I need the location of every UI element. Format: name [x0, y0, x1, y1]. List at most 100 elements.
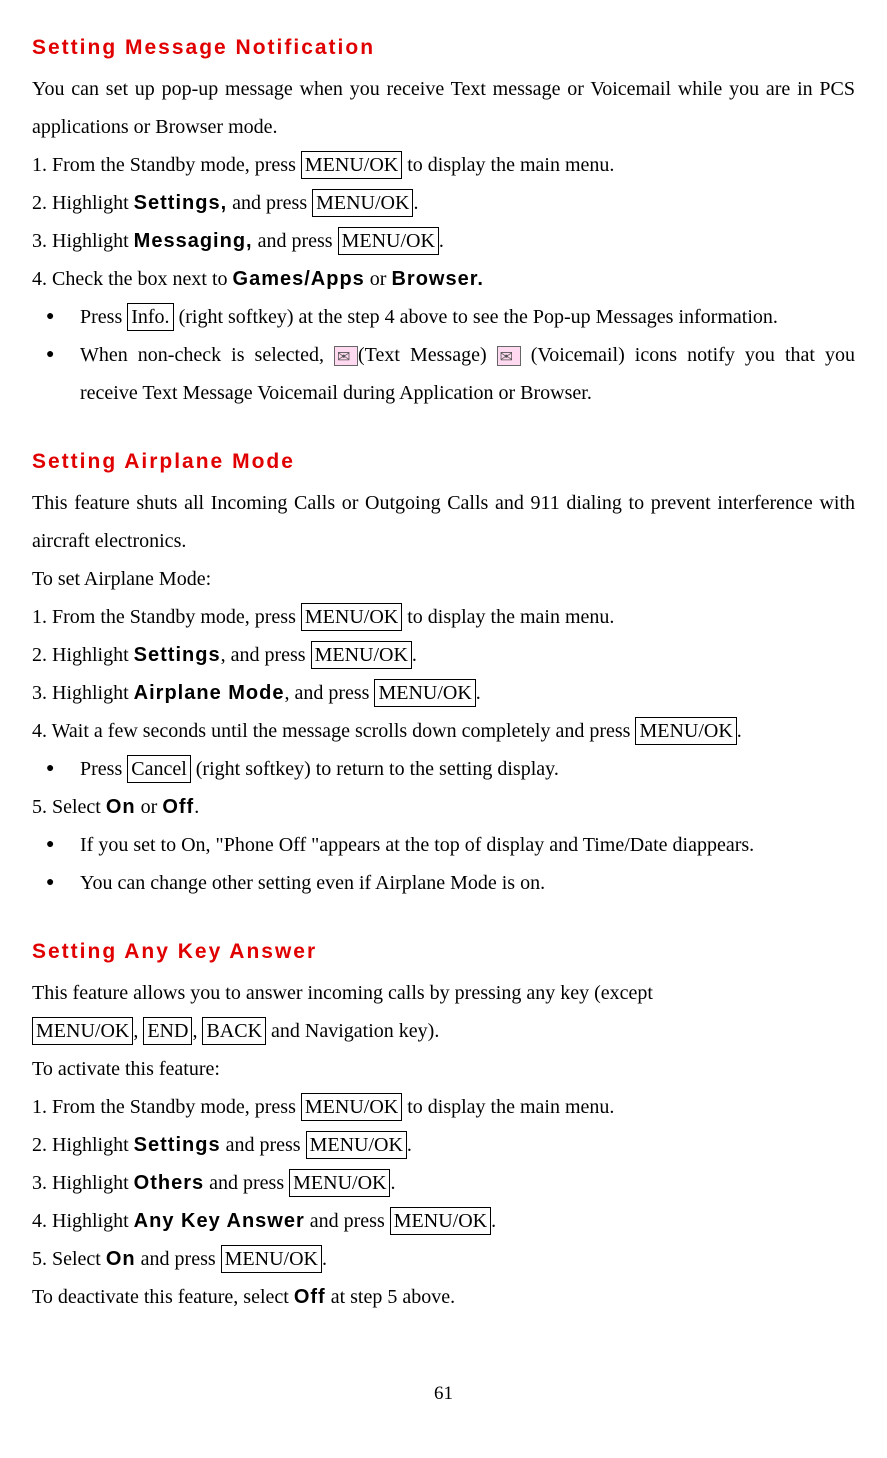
text: 3. Highlight — [32, 1172, 134, 1194]
to-activate: To activate this feature: — [32, 1050, 855, 1088]
text: To deactivate this feature, select — [32, 1286, 294, 1308]
bold-settings: Settings, — [134, 192, 227, 214]
text-message-icon — [334, 346, 358, 366]
bold-off: Off — [294, 1286, 326, 1308]
period: . — [491, 1210, 496, 1232]
menuok-key: MENU/OK — [374, 679, 475, 707]
text: and press — [136, 1248, 221, 1270]
text: 4. Wait a few seconds until the message … — [32, 720, 635, 742]
step-5: 5. Select On or Off. — [32, 788, 855, 826]
step-1: 1. From the Standby mode, press MENU/OK … — [32, 1088, 855, 1126]
text: 2. Highlight — [32, 1134, 134, 1156]
menuok-key: MENU/OK — [289, 1169, 390, 1197]
text: and press — [227, 192, 312, 214]
text: 5. Select — [32, 1248, 106, 1270]
text: and press — [305, 1210, 390, 1232]
bullet-change-setting: You can change other setting even if Air… — [32, 864, 855, 902]
text: 1. From the Standby mode, press — [32, 606, 301, 628]
cancel-key: Cancel — [127, 755, 191, 783]
intro-text: You can set up pop-up message when you r… — [32, 70, 855, 146]
bold-off: Off — [162, 796, 194, 818]
menuok-key: MENU/OK — [338, 227, 439, 255]
bold-on: On — [106, 796, 136, 818]
text: to display the main menu. — [402, 1096, 614, 1118]
step-3: 3. Highlight Messaging, and press MENU/O… — [32, 222, 855, 260]
comma: , — [192, 1020, 202, 1042]
intro-line2: MENU/OK, END, BACK and Navigation key). — [32, 1012, 855, 1050]
to-set: To set Airplane Mode: — [32, 560, 855, 598]
heading-any-key-answer: Setting Any Key Answer — [32, 932, 855, 972]
bold-settings: Settings — [134, 1134, 221, 1156]
text: to display the main menu. — [402, 606, 614, 628]
step-2: 2. Highlight Settings, and press MENU/OK… — [32, 184, 855, 222]
bold-others: Others — [134, 1172, 204, 1194]
page-number: 61 — [32, 1376, 855, 1412]
deactivate: To deactivate this feature, select Off a… — [32, 1278, 855, 1316]
text: 2. Highlight — [32, 644, 134, 666]
text: , and press — [221, 644, 311, 666]
bold-settings: Settings — [134, 644, 221, 666]
text: at step 5 above. — [326, 1286, 455, 1308]
intro-line1: This feature allows you to answer incomi… — [32, 974, 855, 1012]
back-key: BACK — [202, 1017, 266, 1045]
menuok-key: MENU/OK — [390, 1207, 491, 1235]
text: and press — [253, 230, 338, 252]
period: . — [407, 1134, 412, 1156]
end-key: END — [143, 1017, 192, 1045]
menuok-key: MENU/OK — [221, 1245, 322, 1273]
heading-message-notification: Setting Message Notification — [32, 28, 855, 68]
bullet-cancel: Press Cancel (right softkey) to return t… — [32, 750, 855, 788]
voicemail-icon — [497, 346, 521, 366]
bold-browser: Browser. — [391, 268, 483, 290]
text: (right softkey) at the step 4 above to s… — [174, 306, 778, 328]
period: . — [413, 192, 418, 214]
period: . — [322, 1248, 327, 1270]
period: . — [439, 230, 444, 252]
period: . — [412, 644, 417, 666]
text: 5. Select — [32, 796, 106, 818]
text: and press — [204, 1172, 289, 1194]
text: 4. Check the box next to — [32, 268, 233, 290]
text: or — [136, 796, 163, 818]
step-3: 3. Highlight Others and press MENU/OK. — [32, 1164, 855, 1202]
text: 4. Highlight — [32, 1210, 134, 1232]
bold-on: On — [106, 1248, 136, 1270]
bullet-info: Press Info. (right softkey) at the step … — [32, 298, 855, 336]
bold-games: Games/Apps — [233, 268, 365, 290]
step-1: 1. From the Standby mode, press MENU/OK … — [32, 146, 855, 184]
text: or — [365, 268, 392, 290]
period: . — [194, 796, 199, 818]
text: Press — [80, 306, 127, 328]
text: When non-check is selected, — [80, 344, 334, 366]
menuok-key: MENU/OK — [306, 1131, 407, 1159]
intro-text: This feature shuts all Incoming Calls or… — [32, 484, 855, 560]
bold-airplane-mode: Airplane Mode — [134, 682, 285, 704]
comma: , — [133, 1020, 143, 1042]
bullet-icons: When non-check is selected, (Text Messag… — [32, 336, 855, 412]
menuok-key: MENU/OK — [312, 189, 413, 217]
text: 1. From the Standby mode, press — [32, 1096, 301, 1118]
period: . — [390, 1172, 395, 1194]
text: (right softkey) to return to the setting… — [191, 758, 559, 780]
menuok-key: MENU/OK — [301, 151, 402, 179]
text: (Text Message) — [358, 344, 497, 366]
step-1: 1. From the Standby mode, press MENU/OK … — [32, 598, 855, 636]
info-key: Info. — [127, 303, 173, 331]
heading-airplane-mode: Setting Airplane Mode — [32, 442, 855, 482]
step-4: 4. Wait a few seconds until the message … — [32, 712, 855, 750]
step-4: 4. Highlight Any Key Answer and press ME… — [32, 1202, 855, 1240]
text: 3. Highlight — [32, 682, 134, 704]
step-5: 5. Select On and press MENU/OK. — [32, 1240, 855, 1278]
menuok-key: MENU/OK — [32, 1017, 133, 1045]
text: and press — [221, 1134, 306, 1156]
period: . — [737, 720, 742, 742]
text: Press — [80, 758, 127, 780]
text: 2. Highlight — [32, 192, 134, 214]
period: . — [476, 682, 481, 704]
text: 1. From the Standby mode, press — [32, 154, 301, 176]
bullet-phone-off: If you set to On, "Phone Off "appears at… — [32, 826, 855, 864]
menuok-key: MENU/OK — [635, 717, 736, 745]
menuok-key: MENU/OK — [311, 641, 412, 669]
bold-messaging: Messaging, — [134, 230, 253, 252]
step-2: 2. Highlight Settings, and press MENU/OK… — [32, 636, 855, 674]
